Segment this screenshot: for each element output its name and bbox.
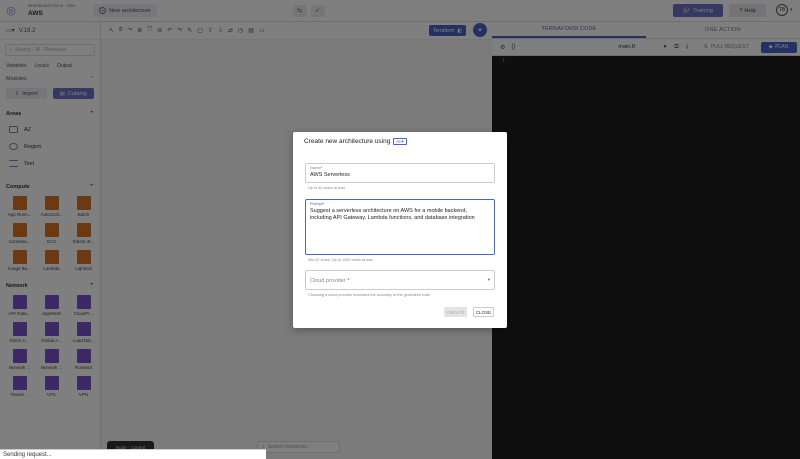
name-label: Name* (310, 165, 323, 170)
prompt-label: Prompt* (310, 201, 325, 206)
name-label-text: Name (310, 165, 321, 170)
prompt-help-text: Min 20 chars. Up to 1000 chars at max (308, 258, 374, 262)
dialog-title-text: Create new architecture using (304, 138, 391, 145)
name-field[interactable]: Name* AWS Serverless (305, 163, 495, 183)
prompt-label-text: Prompt (310, 201, 323, 206)
name-value: AWS Serverless (310, 172, 350, 178)
cloud-provider-select[interactable]: Cloud provider * ▾ (305, 270, 495, 290)
name-help-text: Up to 50 chars at max (308, 186, 346, 190)
create-button[interactable]: CREATE (444, 307, 467, 317)
close-button[interactable]: CLOSE (473, 307, 494, 317)
cloud-provider-text: Cloud provider (310, 278, 346, 284)
sparkle-icon: ✦ (400, 138, 405, 144)
cloud-provider-placeholder: Cloud provider * (310, 278, 350, 284)
create-architecture-dialog: Create new architecture using AI ✦ Name* … (293, 132, 507, 328)
status-bar: Sending request... (0, 449, 266, 459)
dialog-title: Create new architecture using AI ✦ (304, 138, 408, 145)
cloud-help-text: Choosing a cloud provider increases the … (308, 293, 430, 297)
chevron-down-icon: ▾ (487, 277, 490, 282)
prompt-value: Suggest a serverless architecture on AWS… (310, 208, 475, 221)
ai-chip: AI ✦ (393, 138, 408, 145)
prompt-field[interactable]: Prompt* Suggest a serverless architectur… (305, 199, 495, 255)
